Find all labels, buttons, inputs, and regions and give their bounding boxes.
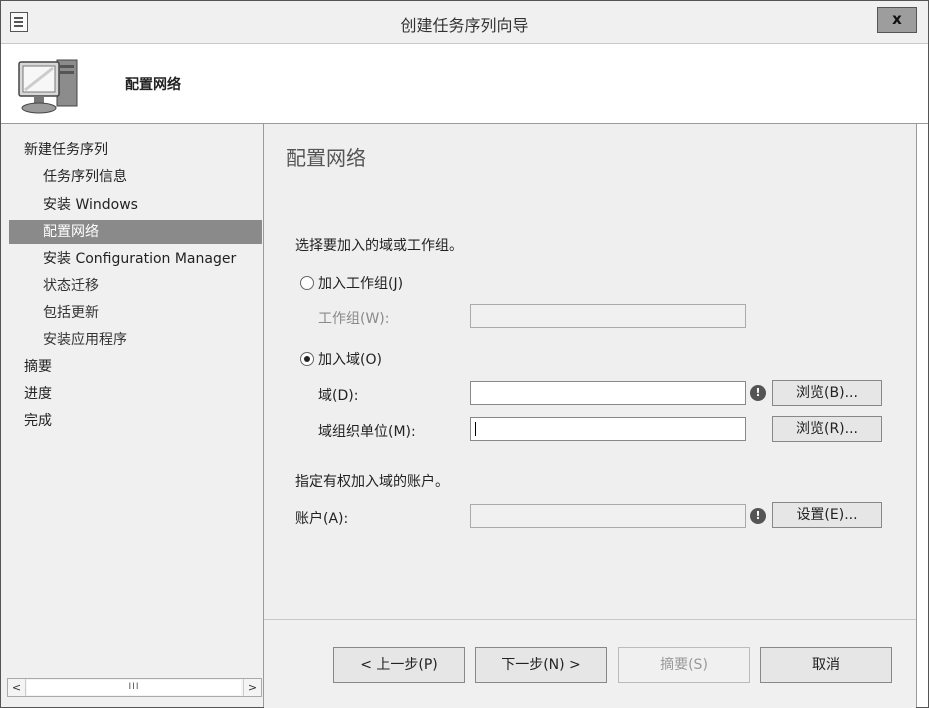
nav-horizontal-scrollbar[interactable]: < III > [7,678,262,697]
scroll-left-icon[interactable]: < [8,679,26,696]
title-bar: 创建任务序列向导 x [1,1,928,44]
wizard-header: 配置网络 [1,44,928,124]
join-workgroup-radio[interactable] [300,276,314,290]
browse-domain-button[interactable]: 浏览(B)... [772,380,882,406]
wizard-footer: < 上一步(P) 下一步(N) > 摘要(S) 取消 [264,619,916,708]
nav-item-install-windows[interactable]: 安装 Windows [43,193,138,217]
nav-item-progress[interactable]: 进度 [24,382,52,406]
workgroup-field[interactable] [470,304,746,328]
account-field-label: 账户(A): [295,511,349,527]
scroll-right-icon[interactable]: > [243,679,261,696]
nav-item-install-applications[interactable]: 安装应用程序 [43,328,127,352]
domain-warning-icon: ! [750,385,766,401]
nav-item-new-task-sequence[interactable]: 新建任务序列 [24,138,108,162]
account-prompt: 指定有权加入域的账户。 [295,474,449,490]
nav-item-install-configuration-manager[interactable]: 安装 Configuration Manager [43,247,236,271]
nav-item-task-sequence-info[interactable]: 任务序列信息 [43,165,127,189]
workgroup-field-label: 工作组(W): [318,311,390,327]
cancel-button[interactable]: 取消 [760,647,892,683]
next-button[interactable]: 下一步(N) > [475,647,607,683]
domain-field-label: 域(D): [318,388,359,404]
ou-field[interactable] [470,417,746,441]
computer-icon [18,59,78,114]
join-workgroup-label[interactable]: 加入工作组(J) [318,273,403,293]
header-step-title: 配置网络 [125,77,181,93]
join-prompt: 选择要加入的域或工作组。 [295,238,463,254]
content-panel: 配置网络 选择要加入的域或工作组。 加入工作组(J) 工作组(W): 加入域(O… [264,124,916,619]
wizard-nav: 新建任务序列 任务序列信息 安装 Windows 配置网络 安装 Configu… [1,124,264,707]
account-field[interactable] [470,504,746,528]
join-domain-label[interactable]: 加入域(O) [318,349,382,369]
close-button[interactable]: x [877,7,917,33]
summary-button[interactable]: 摘要(S) [618,647,750,683]
nav-item-completion[interactable]: 完成 [24,409,52,433]
nav-item-include-updates[interactable]: 包括更新 [43,301,99,325]
previous-button[interactable]: < 上一步(P) [333,647,465,683]
nav-item-state-migration[interactable]: 状态迁移 [43,274,99,298]
window-title: 创建任务序列向导 [400,16,529,35]
domain-field[interactable] [470,381,746,405]
nav-item-configure-network[interactable]: 配置网络 [9,220,262,244]
scroll-thumb[interactable]: III [27,680,241,695]
wizard-window: 创建任务序列向导 x 配置网络 新建任务序列 任务序列信息 安装 Windows… [0,0,929,708]
browse-ou-button[interactable]: 浏览(R)... [772,416,882,442]
nav-item-summary[interactable]: 摘要 [24,355,52,379]
join-domain-radio[interactable] [300,352,314,366]
set-account-button[interactable]: 设置(E)... [772,502,882,528]
ou-field-label: 域组织单位(M): [318,424,416,440]
page-title: 配置网络 [286,146,366,170]
account-warning-icon: ! [750,508,766,524]
panel-divider [916,124,917,707]
